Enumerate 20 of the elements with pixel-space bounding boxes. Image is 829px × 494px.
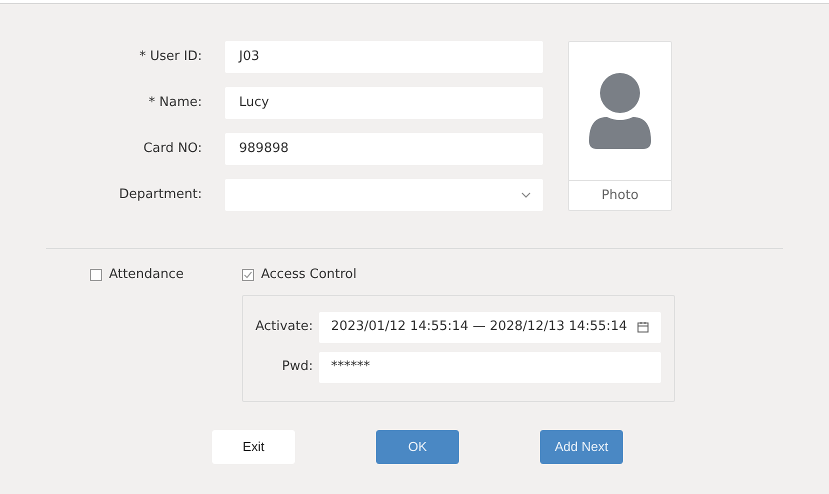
- photo-card[interactable]: Photo: [568, 41, 672, 211]
- checked-checkbox-icon[interactable]: [242, 268, 254, 281]
- field-label: Activate:: [254, 318, 313, 336]
- text-field[interactable]: Lucy: [225, 87, 543, 119]
- field-label: * Name:: [148, 94, 203, 112]
- checkbox-icon[interactable]: [90, 268, 102, 281]
- action-button[interactable]: Exit: [212, 430, 295, 464]
- checkbox-label: Access Control: [261, 266, 357, 284]
- field-label: * User ID:: [138, 48, 203, 66]
- text-field[interactable]: J03: [225, 41, 543, 73]
- field-label: Card NO:: [142, 140, 203, 158]
- photo-label: Photo: [601, 186, 639, 205]
- chevron-down-icon: [521, 192, 531, 198]
- calendar-icon: [637, 321, 649, 333]
- text-field[interactable]: 989898: [225, 133, 543, 165]
- field-label: Pwd:: [280, 358, 313, 376]
- field-label: Department:: [118, 186, 203, 204]
- password-field[interactable]: ******: [319, 352, 661, 382]
- date-range-field[interactable]: 2023/01/12 14:55:14 — 2028/12/13 14:55:14: [319, 312, 661, 342]
- checkbox-label: Attendance: [109, 266, 184, 284]
